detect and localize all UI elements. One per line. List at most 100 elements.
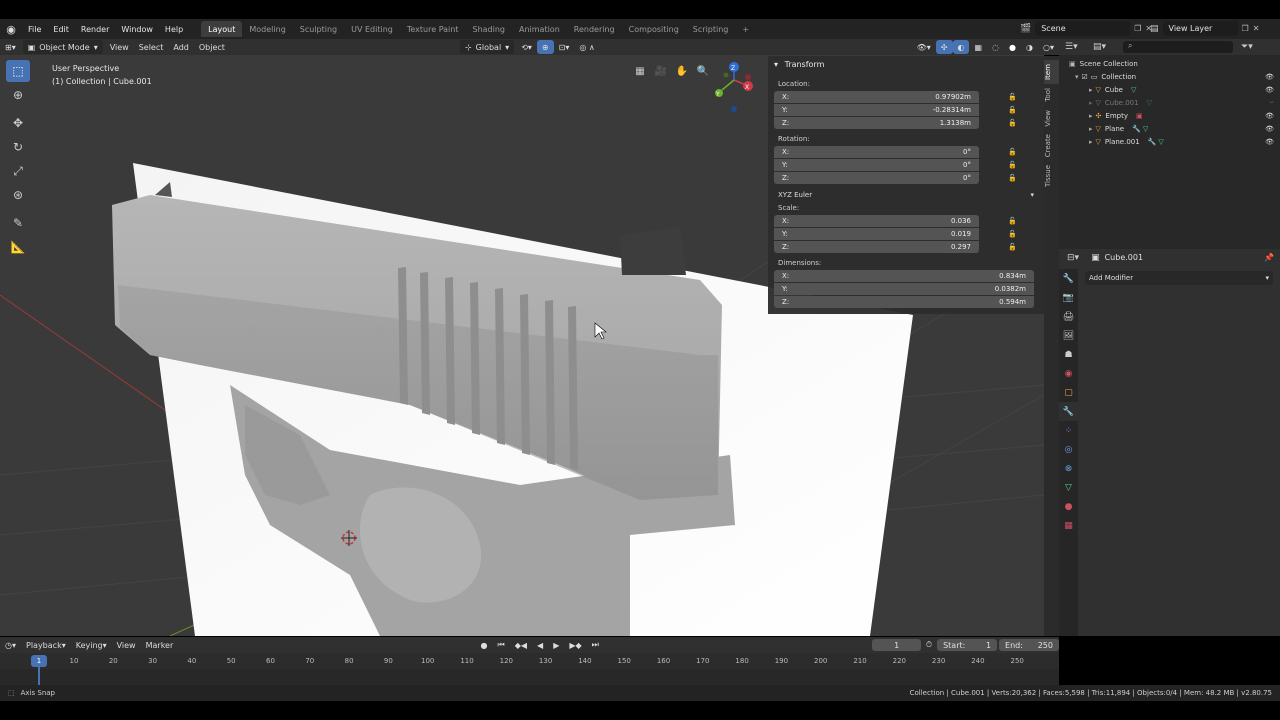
scene-name[interactable]: Scene [1035, 21, 1131, 36]
transform-header[interactable]: ▾ Transform [774, 60, 824, 69]
move-tool-icon[interactable]: ✥ [6, 112, 30, 134]
outliner-item-cube[interactable]: ▸ ▽ Cube ▽ 👁 [1059, 83, 1280, 96]
clock-icon[interactable]: ⏱ [921, 638, 937, 652]
tab-layout[interactable]: Layout [201, 21, 243, 37]
scale-tool-icon[interactable]: ⤢ [6, 160, 30, 182]
solid-shading-icon[interactable]: ● [1004, 40, 1021, 54]
eye-icon[interactable]: 👁 [1265, 73, 1274, 81]
pivot-icon[interactable]: ⟲▾ [516, 40, 537, 54]
world-tab-icon[interactable]: ◉ [1059, 364, 1078, 383]
dimensions-x-field[interactable]: X: 0.834m [774, 270, 1034, 282]
wireframe-shading-icon[interactable]: ◌ [987, 40, 1004, 54]
lock-icon[interactable]: 🔓 [1008, 243, 1017, 251]
tab-shading[interactable]: Shading [465, 21, 512, 37]
add-modifier-dropdown[interactable]: Add Modifier ▾ [1085, 271, 1273, 285]
filter-icon[interactable]: ⏷▾ [1241, 42, 1253, 52]
tab-uv-editing[interactable]: UV Editing [344, 21, 400, 37]
eye-icon[interactable]: 👁 [1265, 86, 1274, 94]
close-view-layer-icon[interactable]: ✕ [1253, 24, 1260, 33]
record-icon[interactable]: ● [476, 638, 493, 652]
menu-window[interactable]: Window [115, 19, 159, 39]
transform-tool-icon[interactable]: ⊛ [6, 184, 30, 206]
view-layer-selector[interactable]: ▤ View Layer ❐ ✕ [1150, 21, 1259, 36]
eye-hidden-icon[interactable]: ⌣ [1269, 98, 1274, 107]
xray-icon[interactable]: ▦ [969, 40, 987, 54]
rotation-x-field[interactable]: X: 0° [774, 146, 979, 158]
dimensions-y-field[interactable]: Y: 0.0382m [774, 283, 1034, 295]
start-frame-field[interactable]: Start: 1 [937, 639, 998, 651]
menu-timeline-view[interactable]: View [112, 638, 141, 652]
tab-scripting[interactable]: Scripting [686, 21, 736, 37]
gizmo-toggle-icon[interactable]: ✣ [935, 40, 953, 54]
blender-logo-icon[interactable]: ◉ [0, 19, 22, 39]
eye-icon[interactable]: 👁 [1265, 125, 1274, 133]
outliner-item-cube-001[interactable]: ▸ ▽ Cube.001 ▽ ⌣ [1059, 96, 1280, 109]
lock-icon[interactable]: 🔓 [1008, 174, 1017, 182]
cursor-tool-icon[interactable]: ⊕ [6, 84, 30, 106]
rotate-tool-icon[interactable]: ↻ [6, 136, 30, 158]
tab-view[interactable]: View [1044, 106, 1059, 131]
timeline-editor-icon[interactable]: ◷▾ [0, 638, 21, 652]
rotation-y-field[interactable]: Y: 0° [774, 159, 979, 171]
particles-tab-icon[interactable]: ⁘ [1059, 421, 1078, 440]
next-keyframe-icon[interactable]: ▶◆ [564, 638, 586, 652]
tab-compositing[interactable]: Compositing [622, 21, 686, 37]
menu-playback[interactable]: Playback ▾ [21, 638, 71, 652]
menu-help[interactable]: Help [159, 19, 189, 39]
scale-x-field[interactable]: X: 0.036 [774, 215, 979, 227]
view-layer-tab-icon[interactable]: 🖼 [1059, 326, 1078, 345]
tool-tab-icon[interactable]: 🔧 [1059, 269, 1078, 288]
outliner-item-empty[interactable]: ▸ ✣ Empty ▣ 👁 [1059, 109, 1280, 122]
eye-icon[interactable]: 👁 [1265, 138, 1274, 146]
current-frame-field[interactable]: 1 [872, 639, 921, 651]
orientation-dropdown[interactable]: ⊹ Global ▾ [459, 40, 515, 54]
scene-selector[interactable]: 🎬 Scene ❐ ✕ [1020, 21, 1152, 36]
pin-icon[interactable]: 📌 [1264, 253, 1274, 262]
tab-item[interactable]: Item [1044, 60, 1059, 84]
lock-icon[interactable]: 🔓 [1008, 217, 1017, 225]
zoom-icon[interactable]: 🔍 [695, 63, 711, 79]
jump-end-icon[interactable]: ⏭ [587, 638, 604, 652]
menu-select[interactable]: Select [134, 40, 169, 54]
outliner-editor-icon[interactable]: ☰▾ [1065, 42, 1078, 52]
snap-target-icon[interactable]: ⊡▾ [554, 40, 575, 54]
checkbox-icon[interactable]: ☑ [1082, 73, 1088, 81]
outliner-item-plane-001[interactable]: ▸ ▽ Plane.001 🔧 ▽ 👁 [1059, 135, 1280, 148]
menu-file[interactable]: File [22, 19, 47, 39]
overlay-icon[interactable]: ◐ [952, 40, 970, 54]
location-y-field[interactable]: Y: -0.28314m [774, 104, 979, 116]
outliner-item-plane[interactable]: ▸ ▽ Plane 🔧 ▽ 👁 [1059, 122, 1280, 135]
mesh-data-tab-icon[interactable]: ▽ [1059, 478, 1078, 497]
physics-tab-icon[interactable]: ◎ [1059, 440, 1078, 459]
tab-modeling[interactable]: Modeling [242, 21, 292, 37]
output-tab-icon[interactable]: 🖨 [1059, 307, 1078, 326]
tab-rendering[interactable]: Rendering [567, 21, 622, 37]
tab-sculpting[interactable]: Sculpting [293, 21, 344, 37]
object-tab-icon[interactable]: ▢ [1059, 383, 1078, 402]
navigation-gizmo[interactable]: Z X Y [715, 62, 753, 112]
lock-icon[interactable]: 🔓 [1008, 106, 1017, 114]
menu-view[interactable]: View [105, 40, 134, 54]
tab-create[interactable]: Create [1044, 130, 1059, 161]
scene-tab-icon[interactable]: ☗ [1059, 345, 1078, 364]
visibility-icon[interactable]: 👁▾ [912, 40, 936, 54]
end-frame-field[interactable]: End: 250 [999, 639, 1059, 651]
prev-keyframe-icon[interactable]: ◆◀ [510, 638, 532, 652]
jump-start-icon[interactable]: ⏮ [493, 638, 510, 652]
lock-icon[interactable]: 🔓 [1008, 148, 1017, 156]
view-layer-name[interactable]: View Layer [1162, 21, 1238, 36]
play-icon[interactable]: ▶ [548, 638, 564, 652]
lock-icon[interactable]: 🔓 [1008, 93, 1017, 101]
location-x-field[interactable]: X: 0.97902m [774, 91, 979, 103]
lock-icon[interactable]: 🔓 [1008, 119, 1017, 127]
eye-icon[interactable]: 👁 [1265, 112, 1274, 120]
menu-object[interactable]: Object [194, 40, 230, 54]
pan-hand-icon[interactable]: ✋ [674, 63, 690, 79]
tab-texture-paint[interactable]: Texture Paint [400, 21, 466, 37]
proportional-edit-icon[interactable]: ◎ ∧ [574, 40, 599, 54]
editor-type-icon[interactable]: ⊞▾ [0, 40, 21, 54]
new-view-layer-icon[interactable]: ❐ [1242, 24, 1249, 33]
rotation-mode-dropdown[interactable]: XYZ Euler ▾ [774, 188, 1038, 201]
scale-z-field[interactable]: Z: 0.297 [774, 241, 979, 253]
display-mode-icon[interactable]: ▤▾ [1093, 42, 1106, 52]
